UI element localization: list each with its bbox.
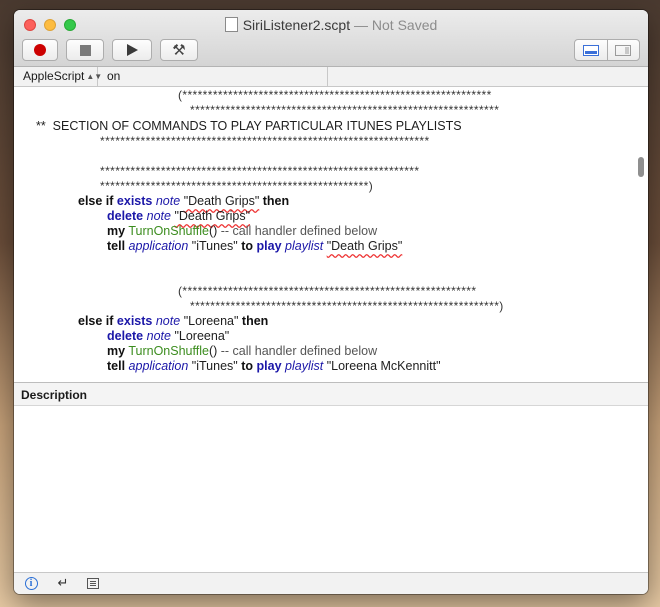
class-name: note bbox=[155, 314, 181, 328]
show-bottom-pane-button[interactable] bbox=[575, 40, 607, 60]
show-side-pane-button[interactable] bbox=[606, 40, 640, 60]
list-icon bbox=[87, 577, 99, 589]
title-bar: SiriListener2.scpt — Not Saved ⚒ bbox=[14, 10, 648, 67]
hammer-icon: ⚒ bbox=[172, 41, 186, 59]
code-line: else if exists note "Death Grips" then bbox=[78, 194, 289, 208]
keyword: exists bbox=[116, 194, 153, 208]
code-line: else if exists note "Loreena" then bbox=[78, 314, 268, 328]
keyword: my bbox=[107, 224, 126, 238]
description-field[interactable] bbox=[14, 406, 648, 572]
paren: () bbox=[208, 344, 218, 358]
class-name: playlist bbox=[285, 359, 324, 373]
keyword: play bbox=[256, 359, 282, 373]
keyword: tell bbox=[107, 359, 126, 373]
string: "Loreena McKennitt" bbox=[326, 359, 441, 373]
code-line: ****************************************… bbox=[100, 179, 374, 193]
save-status: — Not Saved bbox=[354, 17, 438, 33]
script-editor-window: SiriListener2.scpt — Not Saved ⚒ AppleSc… bbox=[14, 10, 648, 594]
string: "Death Grips" bbox=[174, 209, 251, 223]
file-name: SiriListener2.scpt bbox=[242, 17, 351, 33]
keyword: to bbox=[241, 239, 254, 253]
class-name: note bbox=[146, 209, 171, 223]
stop-button[interactable] bbox=[66, 39, 104, 61]
stop-icon bbox=[79, 44, 91, 56]
code-line: (***************************************… bbox=[178, 88, 492, 102]
record-button[interactable] bbox=[22, 39, 58, 61]
run-button[interactable] bbox=[112, 39, 152, 61]
code-line: my TurnOnShuffle() -- call handler defin… bbox=[107, 224, 377, 238]
string: "iTunes" bbox=[191, 239, 238, 253]
class-name: note bbox=[146, 329, 171, 343]
description-header: Description bbox=[14, 382, 648, 406]
code-line: delete note "Death Grips" bbox=[107, 209, 250, 223]
log-view-button[interactable] bbox=[84, 575, 102, 591]
string: "Loreena" bbox=[174, 329, 230, 343]
class-name: note bbox=[155, 194, 181, 208]
keyword: my bbox=[107, 344, 126, 358]
keyword: else if bbox=[78, 314, 114, 328]
document-icon bbox=[224, 17, 238, 32]
language-selector[interactable]: AppleScript ▲▼ bbox=[14, 67, 102, 86]
handler-name: TurnOnShuffle bbox=[128, 224, 209, 238]
script-editor[interactable]: (***************************************… bbox=[14, 87, 648, 382]
keyword: play bbox=[256, 239, 282, 253]
string: "iTunes" bbox=[191, 359, 238, 373]
code-line: ** SECTION OF COMMANDS TO PLAY PARTICULA… bbox=[36, 119, 462, 133]
record-icon bbox=[34, 44, 46, 56]
bottom-bar: i ↵ bbox=[14, 572, 648, 594]
comment: -- call handler defined below bbox=[220, 344, 378, 358]
code-line: tell application "iTunes" to play playli… bbox=[107, 359, 441, 373]
navigation-bar: AppleScript▲▼ on ConnectDisconnectBlueto… bbox=[14, 67, 648, 102]
handler-selector[interactable]: on ConnectDisconnectBluetoothDevice▲▼ bbox=[98, 67, 328, 102]
code-line: tell application "iTunes" to play playli… bbox=[107, 239, 402, 253]
bottom-pane-icon bbox=[582, 44, 599, 56]
code-line: ****************************************… bbox=[190, 299, 504, 313]
keyword: delete bbox=[107, 329, 144, 343]
handler-name: TurnOnShuffle bbox=[128, 344, 209, 358]
window-title: SiriListener2.scpt — Not Saved bbox=[14, 17, 648, 33]
keyword: else if bbox=[78, 194, 114, 208]
keyword: to bbox=[241, 359, 254, 373]
code-line: ****************************************… bbox=[190, 103, 500, 117]
keyword: tell bbox=[107, 239, 126, 253]
keyword: then bbox=[241, 314, 269, 328]
code-line: ****************************************… bbox=[100, 134, 430, 148]
string: "Death Grips" bbox=[183, 194, 260, 208]
code-line: (***************************************… bbox=[178, 284, 477, 298]
keyword: then bbox=[262, 194, 290, 208]
keyword: exists bbox=[116, 314, 153, 328]
string: "Loreena" bbox=[183, 314, 239, 328]
keyword: delete bbox=[107, 209, 144, 223]
reply-arrow-icon: ↵ bbox=[57, 575, 69, 590]
class-name: application bbox=[128, 359, 189, 373]
info-icon: i bbox=[24, 576, 38, 590]
string: "Death Grips" bbox=[326, 239, 403, 253]
code-line: ****************************************… bbox=[100, 164, 420, 178]
class-name: playlist bbox=[285, 239, 324, 253]
play-icon bbox=[126, 44, 138, 56]
class-name: application bbox=[128, 239, 189, 253]
paren: () bbox=[208, 224, 218, 238]
code-line: my TurnOnShuffle() -- call handler defin… bbox=[107, 344, 377, 358]
result-view-button[interactable]: ↵ bbox=[54, 575, 72, 591]
code-line: delete note "Loreena" bbox=[107, 329, 229, 343]
description-view-button[interactable]: i bbox=[22, 575, 40, 591]
view-toggle bbox=[574, 39, 640, 61]
language-label: AppleScript bbox=[23, 69, 85, 83]
compile-button[interactable]: ⚒ bbox=[160, 39, 198, 61]
side-pane-icon bbox=[615, 44, 632, 56]
comment: -- call handler defined below bbox=[220, 224, 378, 238]
vertical-scrollbar[interactable] bbox=[638, 157, 644, 177]
